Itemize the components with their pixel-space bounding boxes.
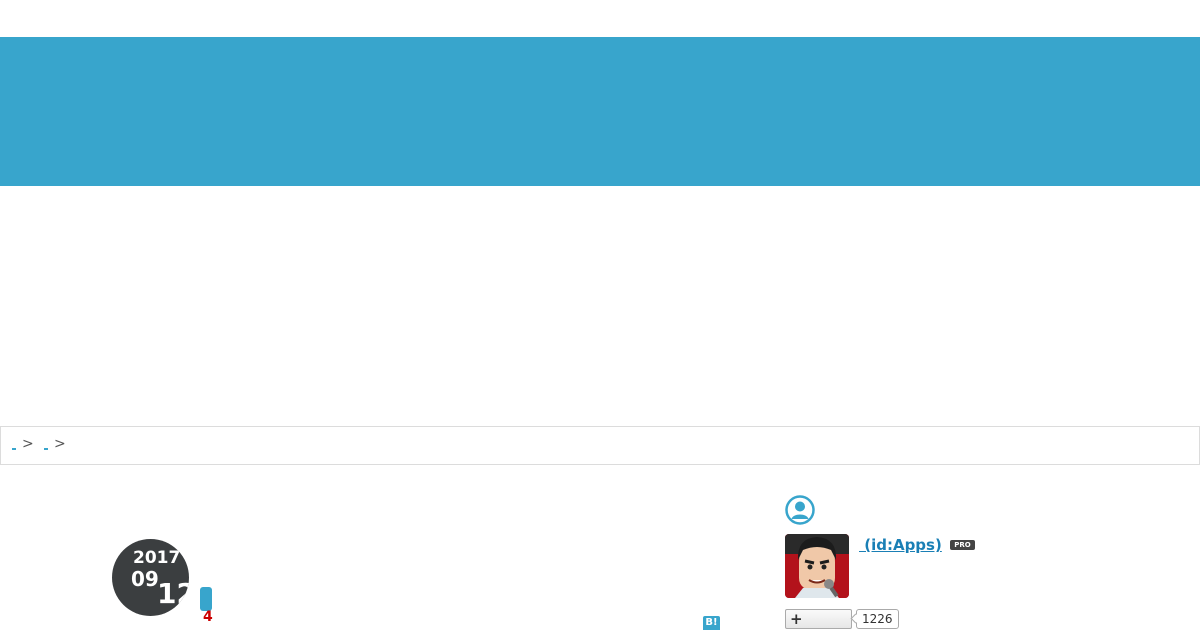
hatena-bookmark-icon[interactable]: B! xyxy=(703,616,720,630)
avatar-icon xyxy=(785,534,849,598)
comment-count[interactable]: 4 xyxy=(203,609,213,625)
entry-date-day: 12 xyxy=(157,577,189,610)
comment-bubble-icon[interactable] xyxy=(200,587,212,611)
pro-badge: PRO xyxy=(950,540,975,550)
breadcrumb-separator: > xyxy=(22,436,34,452)
follower-count: 1226 xyxy=(856,609,899,629)
plus-icon: + xyxy=(790,610,803,628)
breadcrumb: > > xyxy=(0,426,1200,465)
user-circle-icon xyxy=(785,495,815,525)
header-banner xyxy=(0,37,1200,186)
breadcrumb-separator: > xyxy=(54,436,66,452)
breadcrumb-link-category[interactable] xyxy=(44,448,48,450)
entry-date-month: 09 xyxy=(131,567,159,591)
author-name-link[interactable]: (id:Apps) xyxy=(859,536,942,554)
follow-button[interactable]: + xyxy=(785,609,852,629)
breadcrumb-link-home[interactable] xyxy=(12,448,16,450)
entry-date-badge: 2017 09 12 xyxy=(112,539,189,616)
author-avatar[interactable] xyxy=(785,534,849,598)
entry-date-year: 2017 xyxy=(133,548,181,568)
